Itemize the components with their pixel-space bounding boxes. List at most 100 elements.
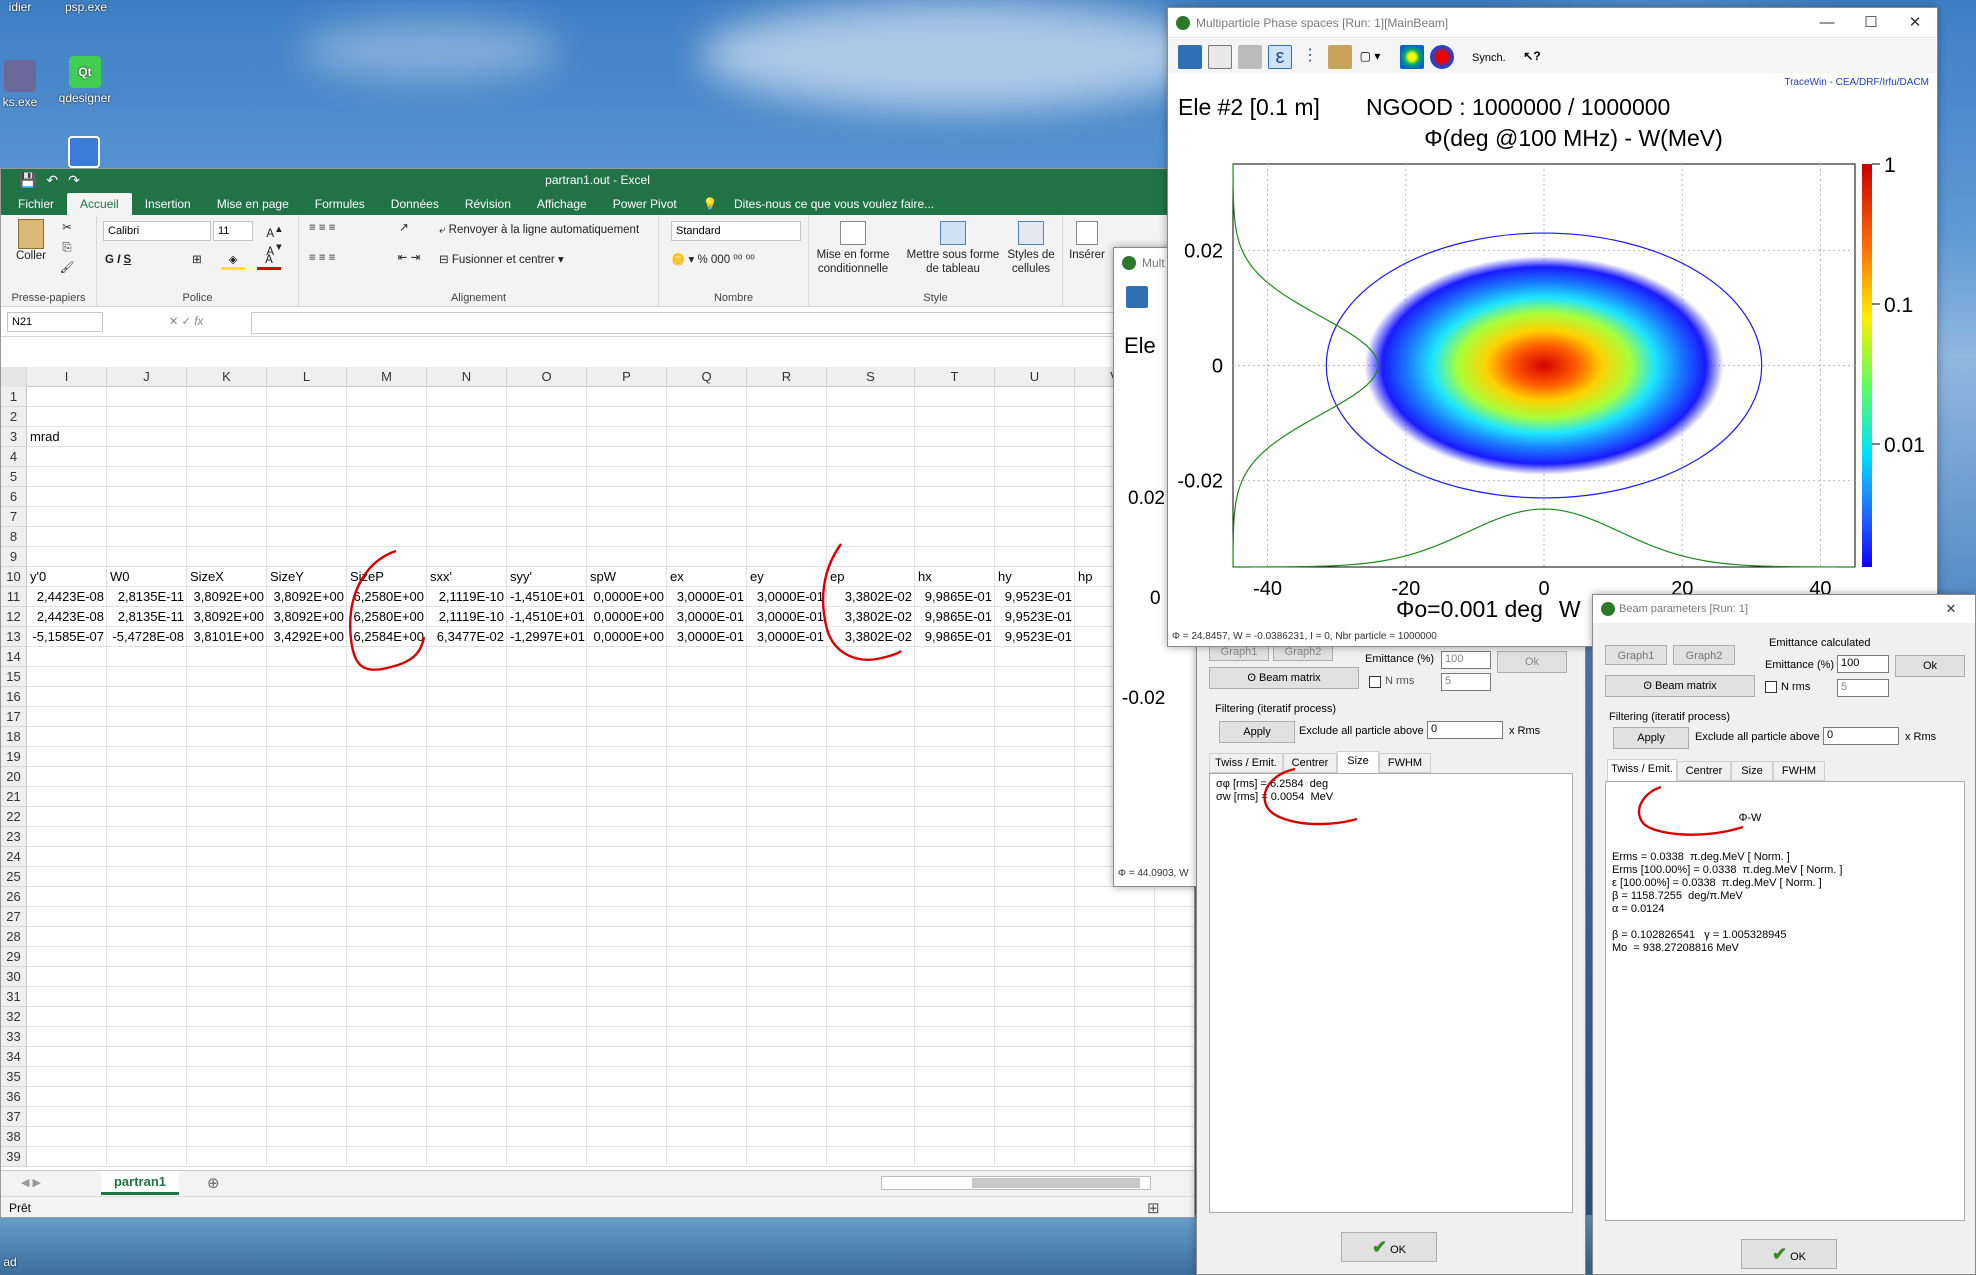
cell-U11[interactable]: 9,9523E-01 [995,587,1075,607]
desktop-icon-ad[interactable]: ad [0,1255,20,1269]
cell-L12[interactable]: 3,8092E+00 [267,607,347,627]
column-header-J[interactable]: J [107,367,187,387]
tab-power-pivot[interactable]: Power Pivot [600,193,690,215]
row-header-39[interactable]: 39 [1,1147,27,1167]
cell-S11[interactable]: 3,3802E-02 [827,587,915,607]
cell-S12[interactable]: 3,3802E-02 [827,607,915,627]
paste-button[interactable]: Coller [9,219,53,263]
row-header-38[interactable]: 38 [1,1127,27,1147]
row-header-1[interactable]: 1 [1,387,27,407]
column-header-I[interactable]: I [27,367,107,387]
row-header-22[interactable]: 22 [1,807,27,827]
scrollbar-thumb[interactable] [972,1178,1140,1188]
horizontal-align-icons[interactable]: ≡ ≡ ≡ [309,251,379,265]
cell-I11[interactable]: 2,4423E-08 [27,587,107,607]
tab-twiss[interactable]: Twiss / Emit. [1607,759,1677,781]
row-header-33[interactable]: 33 [1,1027,27,1047]
row-header-34[interactable]: 34 [1,1047,27,1067]
desktop-icon-app[interactable] [64,136,104,171]
cell-U12[interactable]: 9,9523E-01 [995,607,1075,627]
row-header-12[interactable]: 12 [1,607,27,627]
tab-centrer[interactable]: Centrer [1677,761,1731,781]
tab-insertion[interactable]: Insertion [132,193,204,215]
column-header-T[interactable]: T [915,367,995,387]
cell-K12[interactable]: 3,8092E+00 [187,607,267,627]
nrms-checkbox[interactable] [1765,681,1777,693]
row-header-30[interactable]: 30 [1,967,27,987]
cell-P13[interactable]: 0,0000E+00 [587,627,667,647]
row-header-2[interactable]: 2 [1,407,27,427]
horizontal-scrollbar[interactable] [881,1176,1151,1190]
cell-J11[interactable]: 2,8135E-11 [107,587,187,607]
tab-formules[interactable]: Formules [302,193,378,215]
cut-icon[interactable]: ✂ [57,221,77,235]
font-color-icon[interactable]: A [257,253,281,270]
ok-button[interactable]: ✔ OK [1741,1239,1837,1269]
cell-T10[interactable]: hx [915,567,995,587]
beam-matrix-button[interactable]: ʘ Beam matrix [1605,675,1755,697]
column-header-R[interactable]: R [747,367,827,387]
row-header-8[interactable]: 8 [1,527,27,547]
cell-M12[interactable]: 6,2580E+00 [347,607,427,627]
indent-icons[interactable]: ⇤ ⇥ [389,251,429,265]
cell-J13[interactable]: -5,4728E-08 [107,627,187,647]
row-header-19[interactable]: 19 [1,747,27,767]
wrap-text-button[interactable]: ⤶ Renvoyer à la ligne automatiquement [439,223,659,237]
ok-button-emittance[interactable]: Ok [1895,655,1965,677]
apply-button-mid[interactable]: Apply [1219,721,1295,743]
row-header-10[interactable]: 10 [1,567,27,587]
cell-Q12[interactable]: 3,0000E-01 [667,607,747,627]
cell-K10[interactable]: SizeX [187,567,267,587]
fill-color-icon[interactable]: ◈ [221,253,245,270]
cell-T12[interactable]: 9,9865E-01 [915,607,995,627]
row-header-37[interactable]: 37 [1,1107,27,1127]
cell-O13[interactable]: -1,2997E+01 [507,627,587,647]
cell-T11[interactable]: 9,9865E-01 [915,587,995,607]
cell-U10[interactable]: hy [995,567,1075,587]
column-header-U[interactable]: U [995,367,1075,387]
cell-K11[interactable]: 3,8092E+00 [187,587,267,607]
cell-O10[interactable]: syy' [507,567,587,587]
row-header-7[interactable]: 7 [1,507,27,527]
formula-bar-buttons[interactable]: ✕ ✓ fx [141,315,231,329]
ok-button-mid[interactable]: ✔ OK [1341,1232,1437,1262]
insert-button[interactable]: Insérer [1067,221,1107,262]
sheet-nav-arrows[interactable]: ◀ ▶ [21,1176,41,1189]
row-header-20[interactable]: 20 [1,767,27,787]
vertical-align-icons[interactable]: ≡ ≡ ≡ [309,221,379,235]
cell-O11[interactable]: -1,4510E+01 [507,587,587,607]
cell-O12[interactable]: -1,4510E+01 [507,607,587,627]
tab-revision[interactable]: Révision [452,193,524,215]
desktop-icon-psp[interactable]: psp.exe [56,0,116,14]
nrms-input-mid[interactable]: 5 [1441,673,1491,691]
cell-P12[interactable]: 0,0000E+00 [587,607,667,627]
format-painter-icon[interactable]: 🖌 [57,261,77,275]
row-header-18[interactable]: 18 [1,727,27,747]
tab-donnees[interactable]: Données [378,193,452,215]
tab-affichage[interactable]: Affichage [524,193,600,215]
cell-L10[interactable]: SizeY [267,567,347,587]
row-header-29[interactable]: 29 [1,947,27,967]
cell-M10[interactable]: SizeP [347,567,427,587]
cell-N12[interactable]: 2,1119E-10 [427,607,507,627]
row-header-9[interactable]: 9 [1,547,27,567]
beam-params-window[interactable]: Beam parameters [Run: 1] ✕ Graph1 Graph2 … [1592,594,1976,1275]
font-name-select[interactable]: Calibri [103,221,211,241]
add-sheet-icon[interactable]: ⊕ [207,1174,220,1192]
phase-space-window[interactable]: Multiparticle Phase spaces [Run: 1][Main… [1167,7,1938,647]
borders-icon[interactable]: ⊞ [187,253,207,267]
column-header-S[interactable]: S [827,367,915,387]
beam-params-close-button[interactable]: ✕ [1929,595,1973,623]
format-table-button[interactable]: Mettre sous forme de tableau [905,221,1001,276]
number-format-select[interactable]: Standard [671,221,801,241]
cell-N11[interactable]: 2,1119E-10 [427,587,507,607]
tab-fichier[interactable]: Fichier [5,193,67,215]
cell-L11[interactable]: 3,8092E+00 [267,587,347,607]
column-header-N[interactable]: N [427,367,507,387]
copy-icon[interactable]: ⎘ [57,241,77,255]
column-header-M[interactable]: M [347,367,427,387]
number-format-icons[interactable]: 🪙 ▾ % 000 ⁰⁰ ⁰⁰ [671,253,801,267]
row-header-17[interactable]: 17 [1,707,27,727]
row-header-6[interactable]: 6 [1,487,27,507]
cell-J10[interactable]: W0 [107,567,187,587]
